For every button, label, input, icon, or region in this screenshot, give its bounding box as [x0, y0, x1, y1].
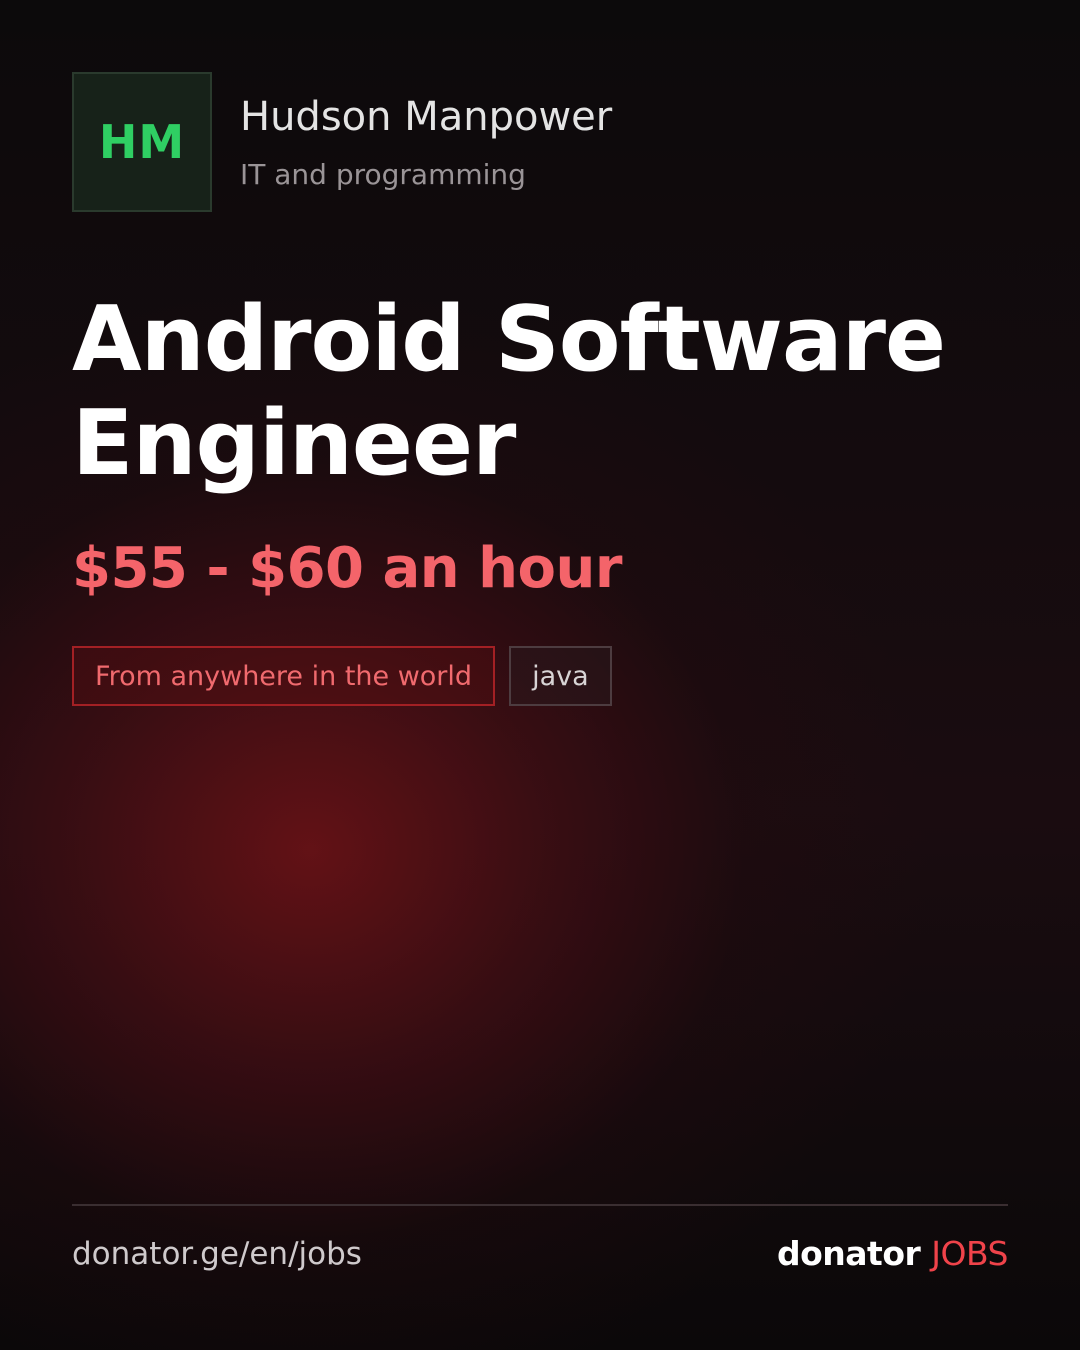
job-tags: From anywhere in the world java — [72, 646, 612, 706]
company-name: Hudson Manpower — [240, 94, 613, 140]
tag-location: From anywhere in the world — [72, 646, 496, 706]
tag-skill-java: java — [509, 646, 612, 706]
brand-name: donator — [777, 1234, 921, 1273]
brand-logo: donator JOBS — [777, 1234, 1008, 1273]
footer-url: donator.ge/en/jobs — [72, 1236, 362, 1272]
company-category: IT and programming — [240, 158, 526, 191]
salary: $55 - $60 an hour — [72, 536, 623, 601]
footer-divider — [72, 1204, 1008, 1206]
brand-jobs: JOBS — [931, 1234, 1008, 1273]
job-title: Android Software Engineer — [72, 287, 946, 496]
company-logo-initials: HM — [98, 115, 186, 169]
company-logo: HM — [72, 72, 212, 212]
